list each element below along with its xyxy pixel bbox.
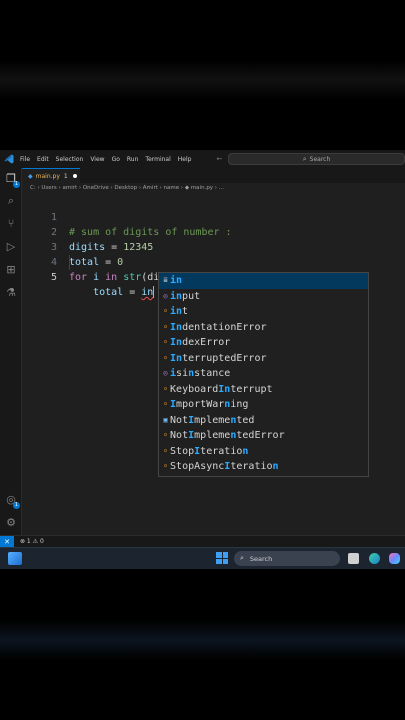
suggestion-item[interactable]: ⸰ StopIteration bbox=[159, 444, 368, 460]
menu-go[interactable]: Go bbox=[112, 156, 120, 163]
suggestion-item[interactable]: ◎ isinstance bbox=[159, 366, 368, 382]
class-icon: ⸰ bbox=[163, 322, 168, 331]
suggestion-label: int bbox=[170, 306, 189, 317]
code-line: 1 # sum of digits of number : bbox=[22, 195, 405, 238]
tab-filename: main.py bbox=[35, 172, 60, 180]
function-icon: ◎ bbox=[163, 291, 168, 300]
extensions-icon[interactable]: ⊞ bbox=[4, 263, 18, 277]
search-icon: ⌕ bbox=[240, 554, 244, 562]
suggestion-label: NotImplemented bbox=[170, 414, 255, 426]
suggestion-item[interactable]: ⸰ StopAsyncIteration bbox=[159, 459, 368, 475]
menu-edit[interactable]: Edit bbox=[37, 156, 49, 163]
typed-text: in bbox=[141, 287, 154, 298]
tab-main-py[interactable]: ◆ main.py 1 bbox=[22, 168, 80, 183]
menu-selection[interactable]: Selection bbox=[56, 156, 84, 163]
search-icon: ⌕ bbox=[302, 154, 307, 163]
tab-bar: ◆ main.py 1 bbox=[22, 168, 405, 183]
keyword: for bbox=[69, 272, 88, 283]
testing-icon[interactable]: ⚗ bbox=[4, 286, 18, 300]
account-badge: 1 bbox=[13, 502, 20, 509]
class-icon: ⸰ bbox=[163, 446, 168, 455]
command-center-label: Search bbox=[309, 155, 331, 163]
code-line-active: 5 total = in bbox=[22, 255, 405, 298]
suggestion-label: ImportWarning bbox=[170, 399, 249, 410]
suggestion-label: NotImplementedError bbox=[170, 430, 285, 441]
code-line: 2 digits = 12345 bbox=[22, 210, 405, 253]
line-number: 5 bbox=[50, 272, 57, 283]
constant-icon: ▣ bbox=[163, 415, 168, 424]
widgets-icon[interactable] bbox=[8, 552, 22, 565]
gear-icon[interactable]: ⚙ bbox=[4, 516, 18, 530]
explorer-badge: 1 bbox=[13, 181, 20, 188]
variable: total bbox=[93, 287, 124, 298]
start-button[interactable] bbox=[216, 552, 228, 564]
suggestion-label: IndexError bbox=[170, 337, 231, 348]
remote-icon[interactable]: ✕ bbox=[0, 535, 14, 547]
suggestion-label: isinstance bbox=[170, 368, 231, 379]
suggestion-item[interactable]: ◎ input bbox=[159, 289, 368, 305]
suggestion-item[interactable]: ≣ in bbox=[159, 273, 368, 289]
task-view-icon[interactable] bbox=[348, 553, 359, 564]
activity-bar: ❐ 1 ⌕ ⑂ ▷ ⊞ ⚗ ◎ 1 ⚙ bbox=[0, 168, 22, 535]
keyword-icon: ≣ bbox=[163, 276, 168, 284]
text-cursor bbox=[153, 286, 155, 298]
python-file-icon: ◆ bbox=[28, 172, 33, 180]
explorer-icon[interactable]: ❐ 1 bbox=[4, 172, 20, 188]
class-icon: ⸰ bbox=[163, 384, 168, 393]
suggestion-label: KeyboardInterrupt bbox=[170, 383, 273, 395]
suggestion-item[interactable]: ⸰ KeyboardInterrupt bbox=[159, 382, 368, 398]
command-center-search[interactable]: ⌕ Search bbox=[228, 153, 405, 165]
menu-help[interactable]: Help bbox=[178, 156, 192, 163]
run-debug-icon[interactable]: ▷ bbox=[4, 240, 18, 254]
suggestion-label: IndentationError bbox=[170, 321, 267, 333]
search-icon[interactable]: ⌕ bbox=[4, 194, 18, 208]
suggestion-item[interactable]: ⸰ ImportWarning bbox=[159, 397, 368, 413]
status-problems[interactable]: ⊗ 1 ⚠ 0 bbox=[20, 538, 44, 545]
suggestion-label: in bbox=[170, 275, 183, 286]
suggestion-label: StopAsyncIteration bbox=[170, 461, 279, 472]
background-glow bbox=[0, 60, 405, 100]
tab-problem-count: 1 bbox=[63, 172, 68, 180]
autocomplete-suggestions: ≣ in ◎ input ⸰ int ⸰ IndentationError ⸰ IndexErro… bbox=[158, 272, 369, 477]
menu-file[interactable]: File bbox=[20, 156, 30, 163]
builtin-call: str bbox=[117, 272, 142, 283]
taskbar-search[interactable]: ⌕ Search bbox=[234, 551, 340, 566]
suggestion-item[interactable]: ⸰ IndentationError bbox=[159, 320, 368, 336]
suggestion-label: InterruptedError bbox=[170, 352, 267, 364]
suggestion-item[interactable]: ▣ NotImplemented bbox=[159, 413, 368, 429]
status-bar: ✕ ⊗ 1 ⚠ 0 bbox=[0, 535, 405, 547]
vscode-logo-icon bbox=[4, 154, 14, 164]
menu-terminal[interactable]: Terminal bbox=[145, 156, 170, 163]
class-icon: ⸰ bbox=[163, 353, 168, 362]
menu-run[interactable]: Run bbox=[127, 156, 139, 163]
title-bar: File Edit Selection View Go Run Terminal… bbox=[0, 150, 405, 168]
suggestion-label: StopIteration bbox=[170, 445, 249, 457]
function-icon: ◎ bbox=[163, 369, 168, 377]
suggestion-item[interactable]: ⸰ NotImplementedError bbox=[159, 428, 368, 444]
suggestion-item[interactable]: ⸰ int bbox=[159, 304, 368, 320]
indent-guide bbox=[69, 255, 70, 270]
taskbar-search-label: Search bbox=[249, 554, 273, 563]
copilot-icon[interactable] bbox=[389, 553, 400, 564]
background-glow bbox=[0, 620, 405, 660]
code-line: 4 for i in str(digits): bbox=[22, 240, 405, 283]
suggestion-item[interactable]: ⸰ IndexError bbox=[159, 335, 368, 351]
windows-taskbar: ⌕ Search bbox=[0, 547, 405, 569]
code-line: 3 total = 0 bbox=[22, 225, 405, 268]
class-icon: ⸰ bbox=[163, 400, 168, 408]
breadcrumb[interactable]: C: › Users › amirt › OneDrive › Desktop … bbox=[30, 185, 224, 191]
unsaved-dot-icon[interactable] bbox=[72, 174, 77, 178]
source-control-icon[interactable]: ⑂ bbox=[4, 217, 18, 231]
account-icon[interactable]: ◎ 1 bbox=[4, 493, 20, 509]
class-icon: ⸰ bbox=[163, 462, 168, 470]
edge-icon[interactable] bbox=[369, 553, 380, 564]
suggestion-label: input bbox=[170, 290, 201, 302]
suggestion-item[interactable]: ⸰ InterruptedError bbox=[159, 351, 368, 367]
class-icon: ⸰ bbox=[163, 431, 168, 439]
class-icon: ⸰ bbox=[163, 338, 168, 346]
keyword: in bbox=[105, 272, 118, 283]
menu-view[interactable]: View bbox=[90, 156, 104, 163]
class-icon: ⸰ bbox=[163, 307, 168, 315]
